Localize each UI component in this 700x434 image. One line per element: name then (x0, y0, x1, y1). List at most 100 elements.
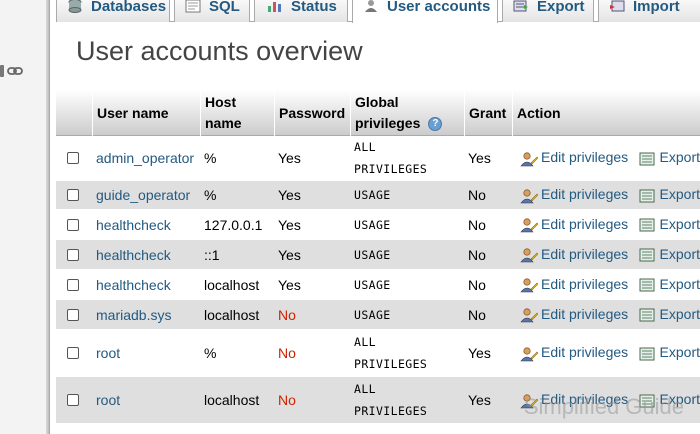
edit-user-icon (520, 217, 539, 233)
row-checkbox[interactable] (67, 218, 79, 231)
export-icon (639, 277, 657, 293)
export-icon (639, 247, 657, 263)
password-status: Yes (278, 150, 301, 166)
export-link[interactable]: Export (639, 306, 700, 323)
row-actions: Edit privileges Export (520, 210, 700, 239)
header-password[interactable]: Password (274, 90, 350, 136)
row-checkbox-cell (67, 377, 99, 423)
edit-privileges-link[interactable]: Edit privileges (520, 344, 628, 361)
tab-user-accounts[interactable]: User accounts (352, 0, 498, 23)
export-icon (513, 0, 529, 13)
grant-status: No (468, 246, 486, 263)
edit-privileges-link[interactable]: Edit privileges (520, 306, 628, 323)
row-actions: Edit privileges Export (520, 136, 700, 180)
password-status: No (278, 392, 296, 408)
row-actions: Edit privileges Export (520, 300, 700, 329)
grant-status: No (468, 306, 486, 323)
global-privileges: USAGE (354, 307, 391, 322)
tab-status[interactable]: Status (254, 0, 348, 22)
user-name-link[interactable]: root (96, 330, 200, 376)
header-global-privileges[interactable]: Global privileges? (350, 90, 464, 136)
row-checkbox[interactable] (67, 278, 79, 291)
password-status: Yes (278, 276, 301, 293)
watermark: Simplified Guide (523, 394, 684, 419)
grant-status: Yes (468, 392, 491, 408)
user-name-link[interactable]: admin_operator (96, 136, 200, 180)
export-icon (639, 307, 657, 323)
row-checkbox[interactable] (67, 347, 79, 359)
global-privileges: ALL PRIVILEGES (354, 140, 428, 176)
row-actions: Edit privileges Export (520, 240, 700, 269)
status-icon (267, 0, 283, 13)
export-icon (639, 217, 657, 233)
table-row: healthcheck 127.0.0.1 Yes USAGE No Edit privi… (56, 210, 700, 240)
help-icon[interactable]: ? (428, 117, 443, 132)
user-accounts-table: User name Host name Password Global privil… (56, 90, 700, 424)
edit-privileges-link[interactable]: Edit privileges (520, 276, 628, 293)
global-privileges: ALL PRIVILEGES (354, 335, 428, 371)
import-icon (609, 0, 625, 13)
global-privileges: USAGE (354, 277, 391, 292)
header-action: Action (512, 90, 700, 136)
grant-status: No (468, 187, 486, 203)
host-name: % (204, 150, 217, 166)
export-link[interactable]: Export (639, 276, 700, 293)
edit-user-icon (520, 188, 539, 204)
global-privileges: ALL PRIVILEGES (354, 382, 428, 418)
row-checkbox[interactable] (67, 152, 79, 164)
password-status: No (278, 345, 296, 361)
host-name: % (204, 187, 217, 203)
row-checkbox[interactable] (67, 394, 79, 406)
header-grant[interactable]: Grant (464, 90, 512, 136)
header-host-name[interactable]: Host name (200, 90, 274, 136)
table-header: User name Host name Password Global privil… (56, 90, 700, 136)
user-name-link[interactable]: mariadb.sys (96, 300, 200, 329)
user-name-link[interactable]: root (96, 377, 200, 423)
host-name: 127.0.0.1 (204, 216, 263, 233)
edit-user-icon (520, 346, 539, 362)
tab-export[interactable]: Export (502, 0, 594, 22)
row-checkbox[interactable] (67, 248, 79, 261)
user-name-link[interactable]: healthcheck (96, 270, 200, 299)
table-row: root% No ALL PRIVILEGES Yes Edit privileges E… (56, 330, 700, 377)
export-link[interactable]: Export (639, 344, 700, 361)
edit-privileges-link[interactable]: Edit privileges (520, 216, 628, 233)
export-link[interactable]: Export (639, 246, 700, 263)
export-icon (639, 151, 657, 167)
export-link[interactable]: Export (639, 216, 700, 233)
global-privileges: USAGE (354, 247, 391, 262)
row-checkbox-cell (67, 210, 99, 239)
navigation-panel (0, 0, 50, 434)
row-checkbox-cell (67, 270, 99, 299)
table-row: healthcheck localhost Yes USAGE No Edit privi… (56, 270, 700, 300)
host-name: localhost (204, 306, 260, 323)
table-row: healthcheck::1 Yes USAGE No Edit privileges E… (56, 240, 700, 270)
password-status: Yes (278, 187, 301, 203)
edit-privileges-link[interactable]: Edit privileges (520, 149, 628, 166)
table-row: admin_operator% Yes ALL PRIVILEGES Yes Edit … (56, 136, 700, 181)
grant-status: Yes (468, 345, 491, 361)
row-actions: Edit privileges Export (520, 270, 700, 299)
edit-privileges-link[interactable]: Edit privileges (520, 186, 628, 203)
export-link[interactable]: Export (639, 149, 700, 166)
top-tab-bar: Databases SQL Status User accounts Expor… (56, 0, 700, 23)
edit-user-icon (520, 277, 539, 293)
tab-sql[interactable]: SQL (174, 0, 250, 22)
tab-import[interactable]: Import (598, 0, 700, 22)
export-link[interactable]: Export (639, 186, 700, 203)
sql-icon (185, 0, 201, 13)
row-checkbox[interactable] (67, 189, 79, 201)
edit-privileges-link[interactable]: Edit privileges (520, 246, 628, 263)
link-icon[interactable] (0, 64, 24, 78)
user-name-link[interactable]: guide_operator (96, 181, 200, 209)
grant-status: Yes (468, 150, 491, 166)
edit-user-icon (520, 307, 539, 323)
user-name-link[interactable]: healthcheck (96, 210, 200, 239)
panel-resize-edge[interactable] (46, 0, 49, 434)
user-name-link[interactable]: healthcheck (96, 240, 200, 269)
row-checkbox[interactable] (67, 308, 79, 321)
table-row: mariadb.sys localhost No USAGE No Edit privil… (56, 300, 700, 330)
header-user-name[interactable]: User name (92, 90, 200, 136)
tab-databases[interactable]: Databases (56, 0, 170, 22)
row-actions: Edit privileges Export (520, 330, 700, 376)
